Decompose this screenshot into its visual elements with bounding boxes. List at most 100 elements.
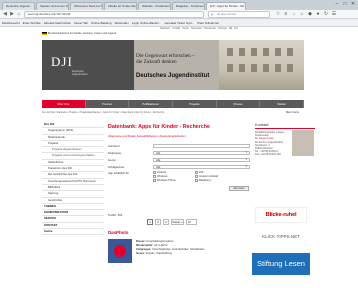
chevron-down-icon: ▾: [245, 163, 247, 168]
result-title[interactable]: DasPhoto: [108, 230, 129, 235]
next-page-button[interactable]: Weiter »: [171, 219, 184, 225]
bookmarks-bar: Meistbesucht Erste Schritte Aktuelle Nac…: [0, 19, 358, 27]
page-button[interactable]: 1: [147, 219, 153, 225]
nav-item-ueber-uns[interactable]: Über Uns: [42, 100, 86, 108]
star-icon[interactable]: ☆: [275, 11, 281, 17]
browser-tab[interactable]: Schweizer Seite fur Kinder...: [70, 2, 103, 10]
home-icon[interactable]: ⌂: [16, 11, 22, 17]
dji-logo[interactable]: DJI Deutsches Jugendinstitut: [42, 40, 134, 90]
top-link[interactable]: Startseite: [160, 27, 170, 31]
maximize-icon[interactable]: □: [342, 1, 348, 7]
top-link[interactable]: EN: [234, 27, 237, 31]
field-label: Schlagwörter: [108, 165, 125, 169]
keywords-select[interactable]: Alle ▾: [153, 163, 250, 170]
contact-photo: [292, 130, 314, 156]
left-nav-item[interactable]: Suche: [42, 229, 104, 236]
keyword-input[interactable]: [153, 143, 250, 149]
browser-tab[interactable]: Website - Kinderserver: [138, 2, 171, 10]
bookmark[interactable]: Aktuelle Nachrichten: [44, 21, 72, 25]
checkbox-windows[interactable]: Windows: [153, 175, 168, 178]
menu-icon[interactable]: ☰: [331, 11, 337, 17]
blickwechsel-banner[interactable]: Blicke-ruhel: [255, 207, 307, 223]
form-row-target: Zielgruppe Alle ▾: [108, 150, 250, 156]
bookmark[interactable]: Meistbesucht: [2, 21, 20, 25]
addon-icon[interactable]: ◆: [307, 11, 313, 17]
bookmark[interactable]: verwaltet Ticket Syst...: [164, 21, 194, 25]
form-row-platform: App erhältlich für Android iOS Windows A…: [108, 171, 250, 185]
checkbox-amazon[interactable]: Amazon Android: [195, 175, 218, 178]
browser-tab[interactable]: Ratgeber - Kinderserver: [172, 2, 205, 10]
security-icon[interactable]: ●: [315, 11, 321, 17]
site-header: DJI Deutsches Jugendinstitut Die Gegenwa…: [42, 40, 304, 90]
top-link[interactable]: Kontakt: [172, 27, 180, 31]
genre-select[interactable]: Alle ▾: [153, 156, 250, 163]
close-icon[interactable]: ✕: [350, 1, 356, 7]
address-toolbar: ◀ ▶ ⌂ www.dji.de/index.php?id=43148 g dji…: [0, 10, 358, 19]
browser-tab[interactable]: Inhalte fur Kinder Medien...: [104, 2, 137, 10]
nav-item-projekte[interactable]: Projekte: [173, 100, 217, 108]
checkbox-android[interactable]: Android: [153, 171, 166, 174]
download-icon[interactable]: ↓: [291, 11, 297, 17]
google-icon: g: [211, 12, 213, 16]
flag-icon: [42, 31, 47, 35]
page-button[interactable]: 2: [155, 219, 161, 225]
bookmark[interactable]: Pass Teilnehmer: [197, 21, 219, 25]
breadcrumb[interactable]: Sie sind hier: Startseite › Projekte › P…: [42, 111, 252, 114]
klick-tipps-banner[interactable]: KLICK-TIPPS.NET: [255, 231, 307, 243]
search-field[interactable]: g dji apps kinder: [208, 11, 270, 18]
bookmark[interactable]: Erste Schritte: [23, 21, 41, 25]
account-link[interactable]: Mein Konto: [286, 111, 299, 114]
top-link[interactable]: Newsletter: [191, 27, 202, 31]
submit-button[interactable]: absenden: [229, 186, 249, 191]
chevron-down-icon: ▾: [245, 156, 247, 161]
nav-item-publikationen[interactable]: Publikationen: [129, 100, 174, 108]
main-navigation: Über Uns Themen Publikationen Projekte P…: [42, 100, 305, 108]
page-button[interactable]: 3: [163, 219, 169, 225]
reader-icon[interactable]: ≡: [283, 11, 289, 17]
top-link[interactable]: Sitemap: [218, 27, 227, 31]
browser-tab[interactable]: Spielen und lernen fur Ki...: [36, 2, 69, 10]
bookmark[interactable]: Neuer Tab: [74, 21, 88, 25]
bookmark[interactable]: Online-Banking: [91, 21, 112, 25]
top-link[interactable]: DE: [229, 27, 232, 31]
web-page: Bundesministerium fur Familie, Senioren,…: [0, 27, 358, 288]
nav-item-presse[interactable]: Presse: [217, 100, 261, 108]
forward-icon[interactable]: ▶: [9, 11, 15, 17]
checkbox-ios[interactable]: iOS: [195, 171, 203, 174]
page-title: Datenbank: Apps für Kinder - Recherche: [108, 124, 210, 130]
top-link[interactable]: Barrierefrei: [204, 27, 216, 31]
tagline-line: die Zukunft denken: [136, 59, 177, 65]
app-thumbnail[interactable]: [108, 239, 132, 263]
sync-icon[interactable]: ↻: [323, 11, 329, 17]
nav-item-stellen[interactable]: Stellen: [260, 100, 305, 108]
ministry-logo: Bundesministerium fur Familie, Senioren,…: [42, 29, 117, 37]
target-group-select[interactable]: Alle ▾: [153, 150, 250, 156]
checkbox-label: iOS: [199, 171, 204, 174]
result-count: Treffer: 362: [108, 213, 123, 217]
bookmark[interactable]: Webmailer: [115, 21, 129, 25]
contact-heading: Kontakt: [255, 122, 315, 129]
checkbox-blackberry[interactable]: Blackberry: [195, 179, 211, 182]
browser-tab[interactable]: Deutsche Jugend...: [2, 2, 35, 10]
per-page-select[interactable]: 10: [186, 219, 197, 225]
form-row-keyword: Suchwort: [108, 143, 250, 149]
url-field[interactable]: www.dji.de/index.php?id=43148: [24, 11, 204, 18]
minimize-icon[interactable]: –: [334, 1, 340, 7]
top-link[interactable]: Suche: [182, 27, 189, 31]
result-value: Kreativ, Unterhaltung: [145, 251, 172, 255]
institute-name: Deutsches Jugendinstitut: [136, 73, 210, 79]
form-row-keywords: Schlagwörter Alle ▾: [108, 164, 250, 170]
nav-item-themen[interactable]: Themen: [86, 100, 130, 108]
result-line: Genre: Kreativ, Unterhaltung: [136, 251, 172, 255]
stiftung-lesen-banner[interactable]: Stiftung Lesen: [252, 253, 310, 275]
checkbox-label: Android: [157, 171, 166, 174]
browser-tab-active[interactable]: DJI - Apps fur Kinder - Re...: [206, 2, 246, 10]
main-content: Datenbank: Apps für Kinder - Recherche A…: [108, 122, 250, 193]
checkbox-windows-phone[interactable]: Windows Phone: [153, 179, 176, 182]
field-label: Zielgruppe: [108, 151, 122, 155]
bookmark[interactable]: Login Online-Bankin...: [132, 21, 162, 25]
checkbox-label: Blackberry: [199, 179, 212, 182]
dji-logo-subtitle: Deutsches Jugendinstitut: [72, 70, 88, 76]
back-icon[interactable]: ◀: [2, 11, 8, 17]
home-button-icon[interactable]: ⌂: [299, 11, 305, 17]
